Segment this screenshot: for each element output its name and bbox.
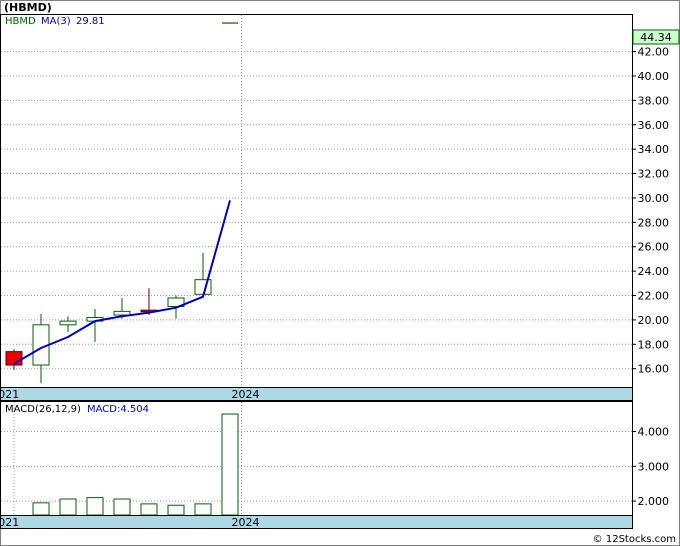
legend-ma-value: 29.81 [76,16,105,27]
price-tick-label: 20.00 [638,314,670,327]
macd-bar [221,413,239,516]
macd-bar [59,498,77,516]
macd-x-axis-band [0,515,633,529]
price-tick-label: 18.00 [638,338,670,351]
price-tick-label: 42.00 [638,46,670,59]
legend-symbol: HBMD [5,16,36,27]
macd-panel: 2.000 3.000 4.000 [0,401,670,516]
price-tick-label: 40.00 [638,70,670,83]
chart-title: (HBMD) [4,1,52,14]
candle-up [59,320,77,326]
macd-tick-label: 2.000 [638,495,670,508]
macd-bar [86,497,104,516]
price-tick-label: 28.00 [638,216,670,229]
price-tick-label: 38.00 [638,94,670,107]
macd-x-label: 2024 [232,516,260,529]
macd-bar [113,498,131,516]
last-price-label: 44.34 [640,31,672,44]
price-tick-label: 24.00 [638,265,670,278]
price-tick-label: 32.00 [638,168,670,181]
copyright: © 12Stocks.com [593,534,676,545]
price-tick-label: 34.00 [638,143,670,156]
stock-chart: 16.00 18.00 20.00 22.00 24.00 26.00 28.00 30.00… [0,0,680,546]
candle-up [194,279,212,295]
macd-bar [32,502,50,516]
price-tick-label: 16.00 [638,363,670,376]
macd-bar [140,503,158,516]
price-tick-label: 30.00 [638,192,670,205]
price-tick-label: 22.00 [638,290,670,303]
macd-tick-label: 3.000 [638,460,670,473]
macd-bar [167,504,185,516]
price-panel: 16.00 18.00 20.00 22.00 24.00 26.00 28.00 30.00… [0,14,680,388]
legend-macd-params: MACD(26,12,9) [5,404,81,415]
macd-bar [194,503,212,516]
macd-y-axis: 2.000 3.000 4.000 [632,426,670,508]
price-tick-label: 36.00 [638,119,670,132]
legend-ma-label: MA(3) [41,16,71,27]
macd-tick-label: 4.000 [638,426,670,439]
price-x-axis-band [0,387,633,401]
legend-macd-value: MACD:4.504 [87,404,149,415]
price-tick-label: 26.00 [638,241,670,254]
price-x-label: 2024 [232,388,260,401]
price-x-label: 2021 [0,388,19,401]
macd-x-label: 2021 [0,516,19,529]
candle-up [113,310,131,316]
